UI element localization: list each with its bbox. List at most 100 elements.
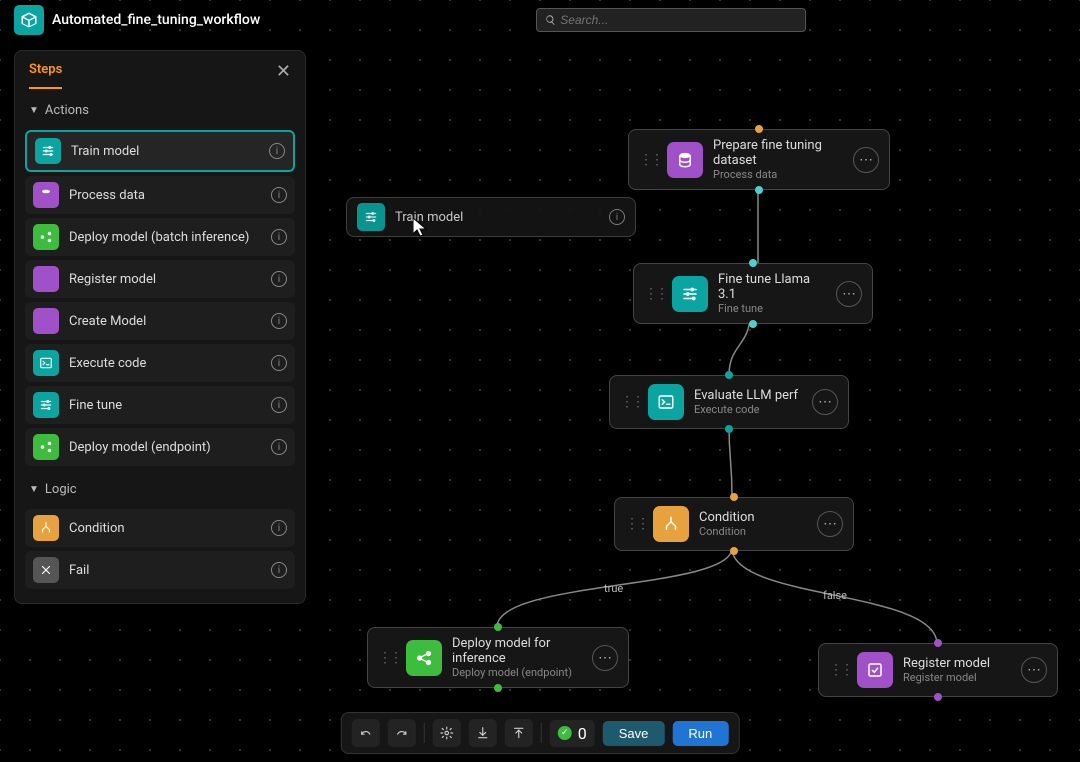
port-bottom[interactable] bbox=[730, 547, 738, 555]
branch-icon bbox=[653, 506, 689, 542]
gear-icon[interactable] bbox=[433, 719, 461, 747]
info-icon[interactable]: i bbox=[271, 397, 287, 413]
port-bottom[interactable] bbox=[755, 186, 763, 194]
undo-button[interactable] bbox=[352, 719, 380, 747]
node-condition[interactable]: ⋮⋮ Condition Condition ⋯ bbox=[614, 497, 854, 551]
ellipsis-icon[interactable]: ⋯ bbox=[853, 147, 879, 173]
drag-handle-icon[interactable]: ⋮⋮ bbox=[378, 650, 400, 666]
database-icon bbox=[33, 182, 59, 208]
database-icon bbox=[667, 142, 703, 178]
action-train-model[interactable]: Train model i bbox=[25, 130, 295, 172]
check-box-icon bbox=[33, 266, 59, 292]
logic-condition[interactable]: Condition i bbox=[25, 509, 295, 547]
port-top[interactable] bbox=[755, 125, 763, 133]
node-title: Condition bbox=[699, 510, 809, 525]
validation-status: 0 bbox=[550, 720, 595, 747]
action-create-model[interactable]: Create Model i bbox=[25, 302, 295, 340]
ellipsis-icon[interactable]: ⋯ bbox=[836, 281, 862, 307]
node-deploy-inference[interactable]: ⋮⋮ Deploy model for inference Deploy mod… bbox=[367, 627, 629, 688]
action-label: Deploy model (endpoint) bbox=[69, 440, 271, 455]
action-deploy-endpoint[interactable]: Deploy model (endpoint) i bbox=[25, 428, 295, 466]
check-icon bbox=[558, 726, 572, 740]
action-label: Create Model bbox=[69, 314, 271, 329]
port-top[interactable] bbox=[749, 259, 757, 267]
action-process-data[interactable]: Process data i bbox=[25, 176, 295, 214]
info-icon[interactable]: i bbox=[271, 355, 287, 371]
port-bottom[interactable] bbox=[749, 320, 757, 328]
tab-steps[interactable]: Steps bbox=[29, 62, 62, 89]
search-input[interactable] bbox=[560, 13, 797, 27]
node-title: Evaluate LLM perf bbox=[694, 388, 804, 403]
ellipsis-icon[interactable]: ⋯ bbox=[592, 645, 618, 671]
drag-preview-node[interactable]: Train model i bbox=[346, 197, 636, 237]
port-bottom[interactable] bbox=[725, 425, 733, 433]
app-logo bbox=[14, 5, 44, 35]
sliders-icon bbox=[35, 138, 61, 164]
cursor-icon bbox=[413, 218, 431, 238]
drag-handle-icon[interactable]: ⋮⋮ bbox=[639, 152, 661, 168]
ellipsis-icon[interactable]: ⋯ bbox=[1021, 657, 1047, 683]
share-icon bbox=[33, 434, 59, 460]
close-icon[interactable]: ✕ bbox=[276, 61, 291, 90]
check-box-icon bbox=[857, 652, 893, 688]
port-top[interactable] bbox=[730, 493, 738, 501]
node-title: Fine tune Llama 3.1 bbox=[718, 272, 828, 302]
info-icon[interactable]: i bbox=[271, 229, 287, 245]
terminal-icon bbox=[648, 384, 684, 420]
info-icon[interactable]: i bbox=[271, 187, 287, 203]
node-subtitle: Execute code bbox=[694, 403, 804, 416]
node-subtitle: Process data bbox=[713, 168, 845, 181]
info-icon[interactable]: i bbox=[271, 562, 287, 578]
run-button[interactable]: Run bbox=[672, 721, 728, 746]
port-top[interactable] bbox=[725, 371, 733, 379]
info-icon[interactable]: i bbox=[609, 209, 625, 225]
share-icon bbox=[33, 224, 59, 250]
redo-button[interactable] bbox=[388, 719, 416, 747]
drag-handle-icon[interactable]: ⋮⋮ bbox=[625, 516, 647, 532]
logic-fail[interactable]: Fail i bbox=[25, 551, 295, 589]
section-actions[interactable]: ▼ Actions bbox=[15, 91, 305, 126]
drag-handle-icon[interactable]: ⋮⋮ bbox=[644, 286, 666, 302]
node-subtitle: Deploy model (endpoint) bbox=[452, 666, 584, 679]
error-count: 0 bbox=[578, 724, 587, 743]
action-label: Execute code bbox=[69, 356, 271, 371]
info-icon[interactable]: i bbox=[271, 313, 287, 329]
upload-icon[interactable] bbox=[505, 719, 533, 747]
drag-handle-icon[interactable]: ⋮⋮ bbox=[829, 662, 851, 678]
action-deploy-batch[interactable]: Deploy model (batch inference) i bbox=[25, 218, 295, 256]
port-top[interactable] bbox=[494, 623, 502, 631]
action-label: Process data bbox=[69, 188, 271, 203]
drag-handle-icon[interactable]: ⋮⋮ bbox=[620, 394, 642, 410]
workflow-title: Automated_fine_tuning_workflow bbox=[52, 12, 260, 28]
node-prepare-dataset[interactable]: ⋮⋮ Prepare fine tuning dataset Process d… bbox=[628, 129, 890, 190]
edge-label-false: false bbox=[823, 589, 847, 602]
search-box[interactable] bbox=[536, 8, 806, 32]
info-icon[interactable]: i bbox=[271, 439, 287, 455]
action-fine-tune[interactable]: Fine tune i bbox=[25, 386, 295, 424]
chevron-down-icon: ▼ bbox=[29, 105, 39, 116]
action-label: Condition bbox=[69, 521, 271, 536]
download-icon[interactable] bbox=[469, 719, 497, 747]
action-label: Register model bbox=[69, 272, 271, 287]
section-logic[interactable]: ▼ Logic bbox=[15, 470, 305, 505]
node-title: Prepare fine tuning dataset bbox=[713, 138, 845, 168]
sliders-icon bbox=[672, 276, 708, 312]
node-subtitle: Condition bbox=[699, 525, 809, 538]
action-label: Deploy model (batch inference) bbox=[69, 230, 271, 245]
action-execute-code[interactable]: Execute code i bbox=[25, 344, 295, 382]
node-subtitle: Fine tune bbox=[718, 302, 828, 315]
node-fine-tune[interactable]: ⋮⋮ Fine tune Llama 3.1 Fine tune ⋯ bbox=[633, 263, 873, 324]
info-icon[interactable]: i bbox=[269, 143, 285, 159]
info-icon[interactable]: i bbox=[271, 520, 287, 536]
node-evaluate[interactable]: ⋮⋮ Evaluate LLM perf Execute code ⋯ bbox=[609, 375, 849, 429]
node-register-model[interactable]: ⋮⋮ Register model Register model ⋯ bbox=[818, 643, 1058, 697]
ellipsis-icon[interactable]: ⋯ bbox=[817, 511, 843, 537]
port-bottom[interactable] bbox=[494, 684, 502, 692]
port-bottom[interactable] bbox=[934, 693, 942, 701]
node-title: Register model bbox=[903, 656, 1013, 671]
info-icon[interactable]: i bbox=[271, 271, 287, 287]
save-button[interactable]: Save bbox=[603, 721, 665, 746]
action-register-model[interactable]: Register model i bbox=[25, 260, 295, 298]
port-top[interactable] bbox=[934, 639, 942, 647]
ellipsis-icon[interactable]: ⋯ bbox=[812, 389, 838, 415]
